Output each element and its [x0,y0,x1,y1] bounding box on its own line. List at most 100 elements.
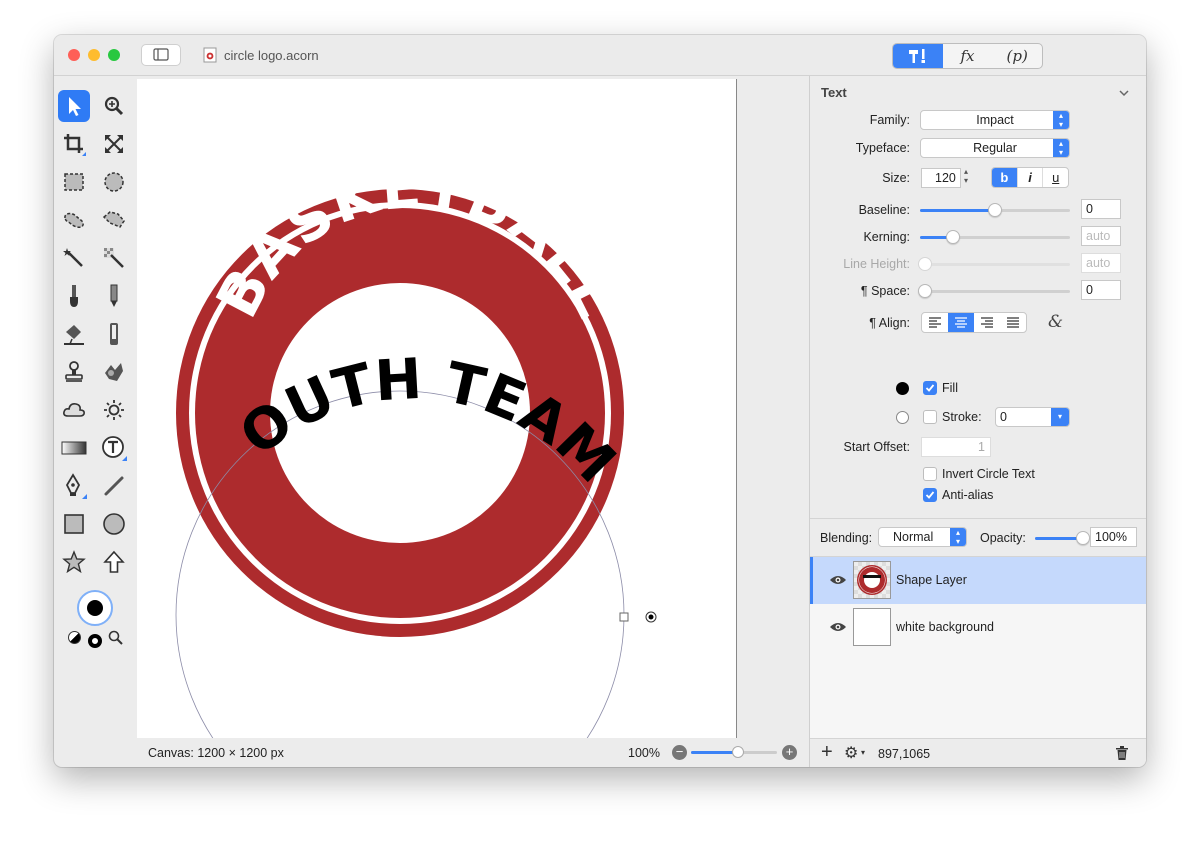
magnifier-icon [104,96,124,116]
crop-tool[interactable] [58,128,90,160]
line-tool[interactable] [98,470,130,502]
typeface-popup[interactable]: Regular ▴ ▾ [920,138,1070,158]
sidebar-toggle-button[interactable] [141,44,181,66]
color-picker-icon[interactable] [108,630,124,646]
canvas-area[interactable]: BASKETBALL YOUTH TEAM [137,76,809,738]
path-end-handle-dot [648,614,654,620]
lasso-tool[interactable] [58,204,90,236]
cloud-tool[interactable] [58,394,90,426]
layer-thumbnail [853,561,891,599]
line-height-field: auto [1081,253,1121,273]
bold-button[interactable]: b [992,168,1017,187]
canvas[interactable]: BASKETBALL YOUTH TEAM [137,79,737,738]
layer-thumbnail [853,608,891,646]
kerning-label: Kerning: [863,230,910,244]
properties-inspector-tab[interactable]: (p) [992,44,1042,68]
opacity-field[interactable]: 100% [1090,527,1137,547]
rectangle-tool[interactable] [58,508,90,540]
smudge-tool[interactable] [98,356,130,388]
star-tool[interactable] [58,546,90,578]
underline-button[interactable]: u [1042,168,1068,187]
align-left-button[interactable] [922,313,948,332]
paragraph-space-slider-knob[interactable] [918,284,932,298]
divider [810,518,1146,519]
stroke-width-combo[interactable]: 0 ▾ [995,407,1070,427]
pencil-tool[interactable] [98,280,130,312]
polygon-lasso-icon [102,211,125,228]
swap-colors-icon[interactable] [68,631,81,644]
align-center-button[interactable] [948,313,974,332]
up-arrow-icon [103,550,125,573]
chevron-down-icon[interactable] [1118,88,1130,98]
ellipse-tool[interactable] [98,508,130,540]
kerning-slider[interactable] [920,230,1070,244]
brush-tool[interactable] [58,280,90,312]
rect-select-tool[interactable] [58,166,90,198]
stroke-checkbox[interactable] [923,410,937,424]
zoom-out-button[interactable]: − [672,745,687,760]
italic-button[interactable]: i [1016,168,1043,187]
ligature-icon[interactable]: & [1048,312,1063,332]
zoom-slider-knob[interactable] [732,746,744,758]
popup-arrows-icon: ▴ ▾ [1053,111,1069,129]
baseline-label: Baseline: [858,203,910,217]
text-tool[interactable] [98,432,130,464]
start-offset-field[interactable]: 1 [921,437,991,457]
magic-wand-tool[interactable] [58,242,90,274]
font-family-popup[interactable]: Impact ▴ ▾ [920,110,1070,130]
anti-alias-checkbox[interactable] [923,488,937,502]
stroke-color-dot[interactable] [896,411,909,424]
color-well[interactable] [77,590,113,626]
layer-row-background[interactable]: white background [810,604,1146,651]
zoom-tool[interactable] [98,90,130,122]
baseline-field[interactable]: 0 [1081,199,1121,219]
eye-icon[interactable] [829,621,847,633]
add-layer-button[interactable]: + [821,741,833,764]
fill-color-dot[interactable] [896,382,909,395]
select-tool[interactable] [58,90,90,122]
trash-icon[interactable] [1115,746,1129,761]
clone-stamp-tool[interactable] [58,356,90,388]
polygon-lasso-tool[interactable] [98,204,130,236]
pen-tool[interactable] [58,470,90,502]
zoom-in-button[interactable]: + [782,745,797,760]
close-window-button[interactable] [68,49,80,61]
opacity-slider[interactable] [1035,531,1090,545]
kerning-slider-knob[interactable] [946,230,960,244]
transform-tool[interactable] [98,128,130,160]
blending-mode-popup[interactable]: Normal ▴ ▾ [878,527,967,547]
zoom-window-button[interactable] [108,49,120,61]
paragraph-space-slider[interactable] [918,284,1070,298]
effects-inspector-tab[interactable]: fx [943,44,993,68]
kerning-field[interactable]: auto [1081,226,1121,246]
baseline-slider[interactable] [920,203,1070,217]
minimize-window-button[interactable] [88,49,100,61]
eraser-tool[interactable] [98,318,130,350]
gradient-tool[interactable] [58,432,90,464]
paragraph-space-field[interactable]: 0 [1081,280,1121,300]
sun-tool[interactable] [98,394,130,426]
align-justify-button[interactable] [1000,313,1026,332]
path-handle[interactable] [619,612,629,622]
layer-row-shape[interactable]: Shape Layer [810,557,1146,604]
align-right-button[interactable] [974,313,1000,332]
app-window: circle logo.acorn fx (p) BASKETBALL OUTH… [54,35,1146,767]
ellipse-select-tool[interactable] [98,166,130,198]
dropdown-arrow-icon: ▾ [1051,408,1069,426]
invert-circle-text-checkbox[interactable] [923,467,937,481]
zoom-slider[interactable] [691,746,777,758]
eye-icon[interactable] [829,574,847,586]
size-field[interactable]: 120 [921,168,961,188]
tools-inspector-tab[interactable] [893,44,943,68]
opacity-slider-knob[interactable] [1076,531,1090,545]
fill-checkbox[interactable] [923,381,937,395]
magic-eraser-tool[interactable] [98,242,130,274]
size-stepper[interactable]: ▴ ▾ [964,167,968,185]
window-title: circle logo.acorn [224,47,319,63]
gear-icon[interactable]: ⚙ [844,743,858,763]
arrow-shape-tool[interactable] [98,546,130,578]
paint-bucket-tool[interactable] [58,318,90,350]
default-colors-icon[interactable] [88,634,102,648]
baseline-slider-knob[interactable] [988,203,1002,217]
fill-color-swatch [87,600,103,616]
